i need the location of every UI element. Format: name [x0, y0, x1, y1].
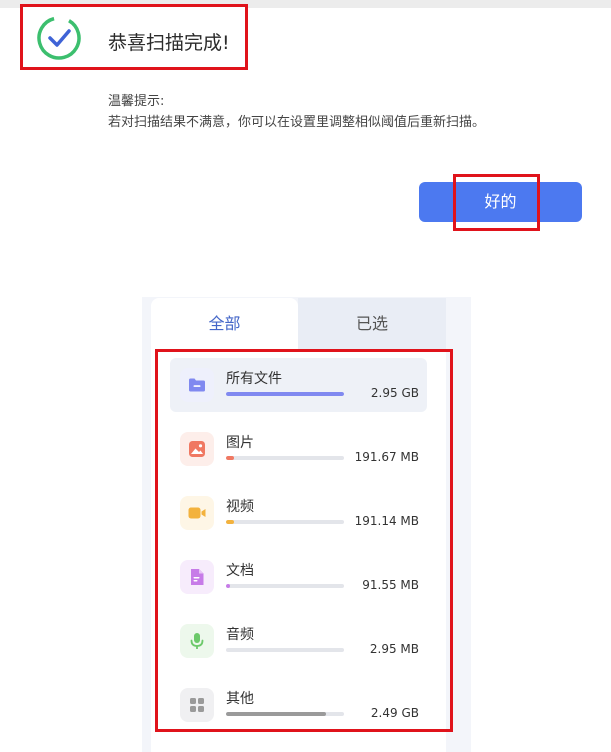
tab-all[interactable]: 全部	[151, 298, 298, 350]
tip-label: 温馨提示:	[108, 94, 165, 109]
success-check-icon	[37, 16, 81, 60]
category-list-highlight	[155, 349, 453, 732]
tab-selected[interactable]: 已选	[298, 298, 446, 350]
tip-text: 若对扫描结果不满意，你可以在设置里调整相似阈值后重新扫描。	[108, 115, 486, 130]
ok-button-highlight	[453, 174, 540, 231]
tab-all-label: 全部	[208, 314, 241, 333]
tab-selected-label: 已选	[355, 314, 388, 333]
scan-complete-header: 恭喜扫描完成!	[20, 4, 248, 70]
dialog-title: 恭喜扫描完成!	[108, 32, 230, 54]
